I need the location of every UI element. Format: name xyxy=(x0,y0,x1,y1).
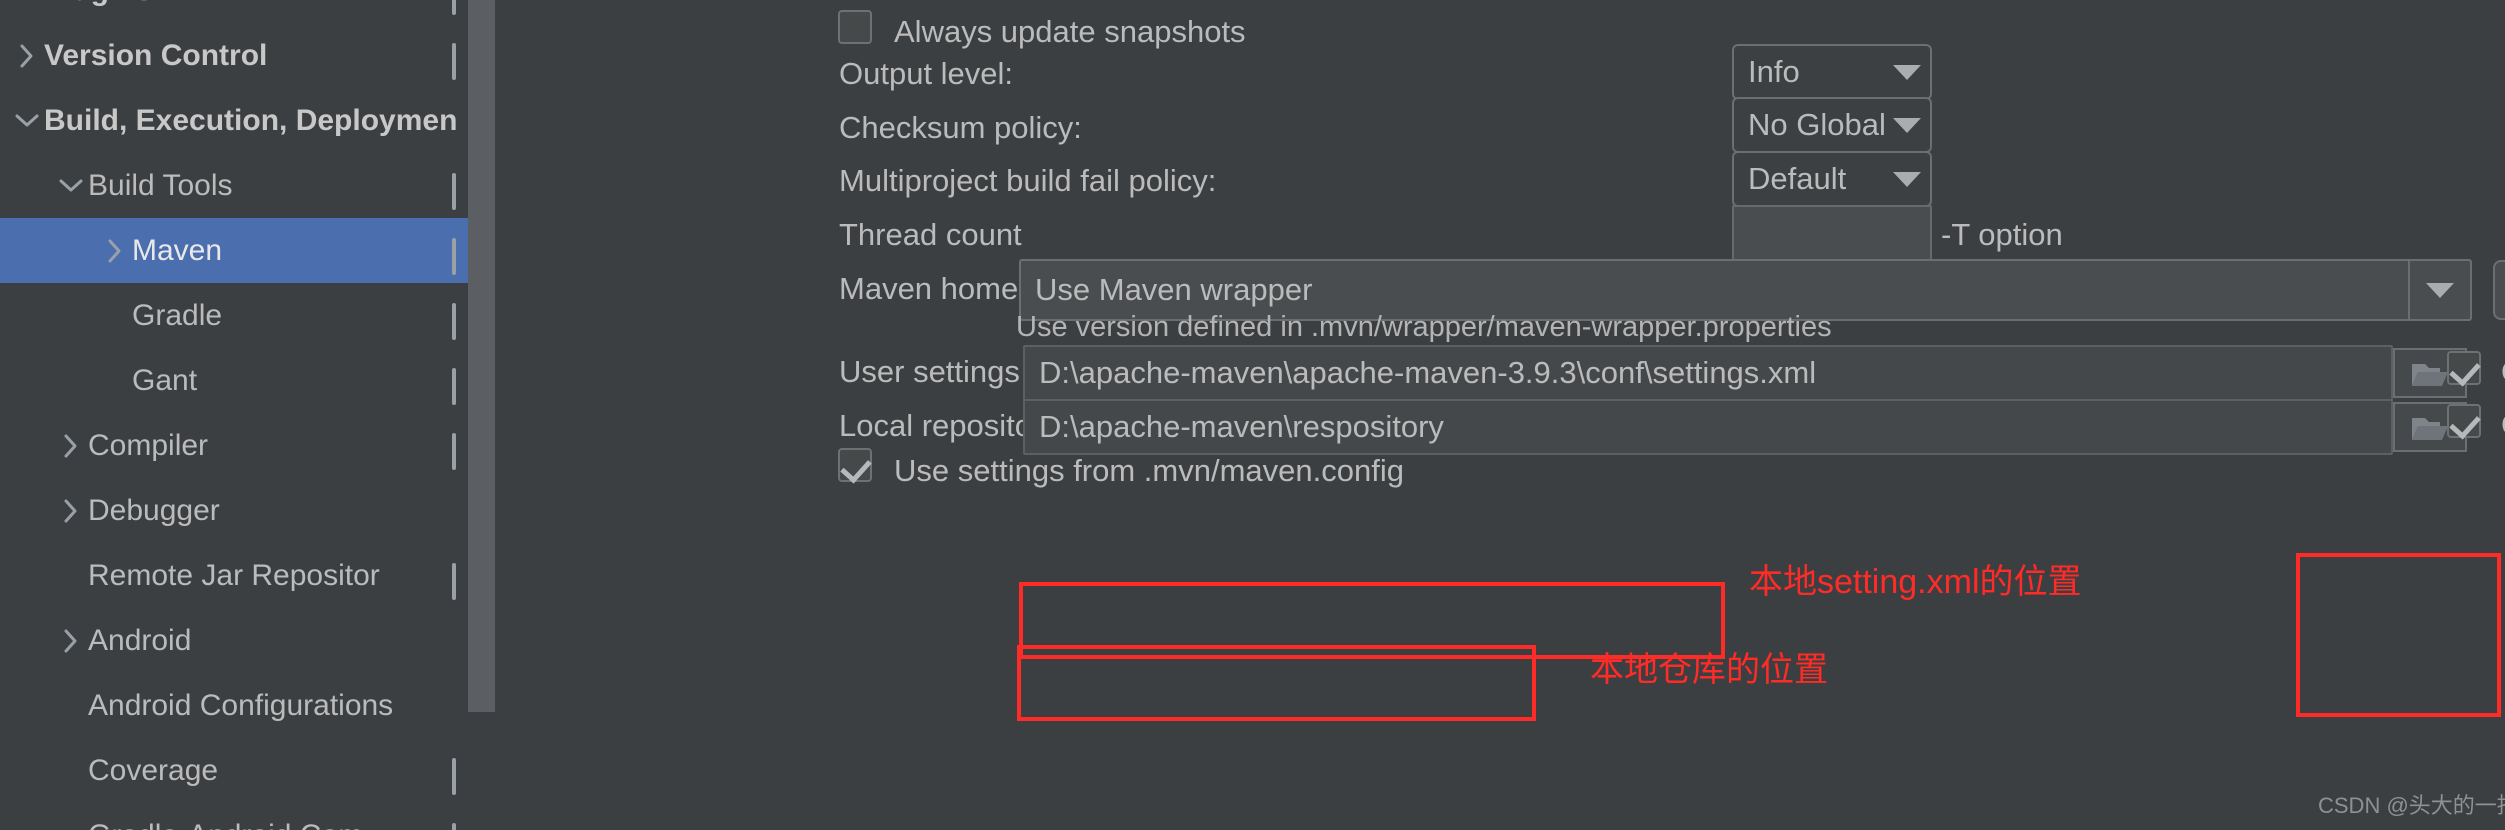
sidebar-item-label: Maven xyxy=(132,233,223,267)
always-update-snapshots-checkbox[interactable] xyxy=(838,10,872,44)
watermark-label: CSDN @头大的一批 xyxy=(2318,793,2505,818)
use-settings-from-maven-config-label: Use settings from .mvn/maven.config xyxy=(894,453,1404,488)
settings-tree: Plugins Version Control Build, Execution, … xyxy=(0,0,495,830)
settings-sidebar: Plugins Version Control Build, Execution, … xyxy=(0,0,495,830)
sidebar-item-label: Build Tools xyxy=(88,168,233,202)
sidebar-item-label: Coverage xyxy=(88,753,219,787)
sidebar-item-compiler[interactable]: Compiler xyxy=(0,413,495,478)
sidebar-item-debugger[interactable]: Debugger xyxy=(0,478,495,543)
maven-home-path-browse-button[interactable] xyxy=(2493,260,2505,320)
annotation-text-user-settings-file: 本地setting.xml的位置 xyxy=(1749,563,2082,601)
chevron-right-icon[interactable] xyxy=(54,498,88,524)
multiproject-build-fail-policy-value: Default xyxy=(1748,161,1847,196)
multiproject-build-fail-policy-combobox[interactable]: Default xyxy=(1732,151,1932,207)
chevron-right-icon[interactable] xyxy=(54,628,88,654)
user-settings-file-input[interactable]: D:\apache-maven\apache-maven-3.9.3\conf\… xyxy=(1023,345,2393,401)
annotation-text-local-repository: 本地仓库的位置 xyxy=(1590,651,1828,689)
sidebar-item-build-execution-deploymen[interactable]: Build, Execution, Deploymen xyxy=(0,88,495,153)
sidebar-item-label: Debugger xyxy=(88,493,220,527)
checksum-policy-value: No Global Policy xyxy=(1748,107,1884,142)
sidebar-item-maven[interactable]: Maven xyxy=(0,218,495,283)
sidebar-item-label: Android xyxy=(88,623,192,657)
sidebar-scrollbar-thumb[interactable] xyxy=(468,0,495,712)
sidebar-item-label: Gant xyxy=(132,363,198,397)
chevron-down-icon xyxy=(1884,64,1930,80)
sidebar-item-label: Android Configurations xyxy=(88,688,394,722)
sidebar-item-label: Plugins xyxy=(44,0,152,8)
sidebar-item-gant[interactable]: Gant xyxy=(0,348,495,413)
sidebar-item-gradle-android-com[interactable]: Gradle-Android Com xyxy=(0,803,495,830)
sidebar-item-label: Compiler xyxy=(88,428,209,462)
use-settings-from-maven-config-checkbox[interactable] xyxy=(838,448,872,482)
sidebar-item-label: Gradle xyxy=(132,298,223,332)
maven-settings-panel: Always update snapshots Output level: In… xyxy=(495,0,2505,830)
sidebar-item-plugins[interactable]: Plugins xyxy=(0,0,495,23)
sidebar-item-gradle[interactable]: Gradle xyxy=(0,283,495,348)
sidebar-item-android-configurations[interactable]: Android Configurations xyxy=(0,673,495,738)
sidebar-item-label: Build, Execution, Deploymen xyxy=(44,103,458,137)
local-repository-input[interactable]: D:\apache-maven\respository xyxy=(1023,399,2393,455)
user-settings-file-override-checkbox[interactable] xyxy=(2447,351,2481,385)
chevron-down-icon xyxy=(1884,117,1930,133)
chevron-down-icon[interactable] xyxy=(2408,261,2470,319)
output-level-combobox[interactable]: Info xyxy=(1732,44,1932,100)
output-level-label: Output level: xyxy=(839,56,1014,91)
local-repository-override-label: Override xyxy=(2501,409,2505,440)
chevron-down-icon[interactable] xyxy=(10,111,44,131)
chevron-right-icon[interactable] xyxy=(10,43,44,69)
sidebar-item-label: Version Control xyxy=(44,38,268,72)
local-repository-override-checkbox[interactable] xyxy=(2447,404,2481,438)
maven-home-path-hint: Use version defined in .mvn/wrapper/mave… xyxy=(1016,311,1832,343)
settings-dialog: Plugins Version Control Build, Execution, … xyxy=(0,0,2505,830)
multiproject-build-fail-policy-label: Multiproject build fail policy: xyxy=(839,163,1217,198)
chevron-right-icon[interactable] xyxy=(54,433,88,459)
output-level-value: Info xyxy=(1748,54,1800,89)
sidebar-scrollbar-track[interactable] xyxy=(468,0,495,830)
sidebar-item-android[interactable]: Android xyxy=(0,608,495,673)
local-repository-value: D:\apache-maven\respository xyxy=(1039,409,1444,444)
checksum-policy-combobox[interactable]: No Global Policy xyxy=(1732,97,1932,153)
chevron-down-icon[interactable] xyxy=(54,176,88,196)
chevron-down-icon xyxy=(1884,171,1930,187)
chevron-right-icon[interactable] xyxy=(98,238,132,264)
always-update-snapshots-label: Always update snapshots xyxy=(894,14,1246,49)
sidebar-item-remote-jar-repositor[interactable]: Remote Jar Repositor xyxy=(0,543,495,608)
folder-icon xyxy=(2412,418,2448,440)
folder-icon xyxy=(2412,364,2448,386)
sidebar-item-coverage[interactable]: Coverage xyxy=(0,738,495,803)
user-settings-file-value: D:\apache-maven\apache-maven-3.9.3\conf\… xyxy=(1039,355,1817,390)
sidebar-item-label: Remote Jar Repositor xyxy=(88,558,380,592)
sidebar-item-label: Gradle-Android Com xyxy=(88,819,363,830)
thread-count-input[interactable] xyxy=(1732,205,1932,261)
user-settings-file-override-label: Override xyxy=(2501,356,2505,387)
sidebar-item-version-control[interactable]: Version Control xyxy=(0,23,495,88)
thread-count-label: Thread count xyxy=(839,217,1022,252)
thread-count-suffix-label: -T option xyxy=(1941,217,2063,252)
sidebar-item-build-tools[interactable]: Build Tools xyxy=(0,153,495,218)
checksum-policy-label: Checksum policy: xyxy=(839,110,1082,145)
